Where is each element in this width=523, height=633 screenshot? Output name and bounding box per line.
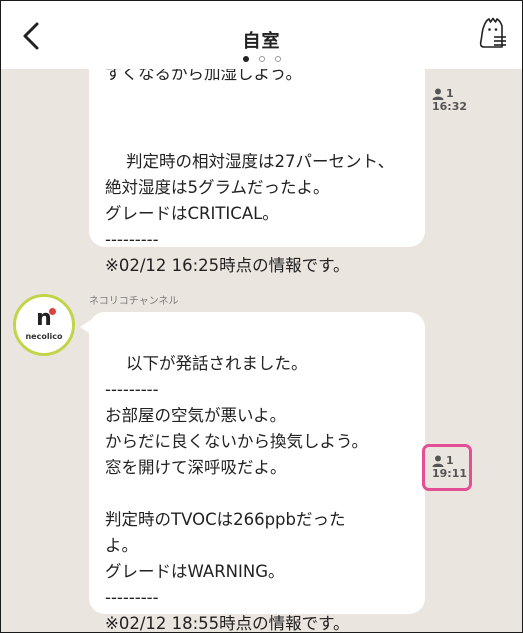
chat-screen: すくなるから加湿しよう。 判定時の相対湿度は27パーセント、 絶対湿度は5グラム… xyxy=(0,0,523,633)
logo-dot xyxy=(49,308,56,315)
message-bubble[interactable]: 以下が発話されました。 --------- お部屋の空気が悪いよ。 からだに良く… xyxy=(89,312,425,632)
page-indicator xyxy=(1,56,522,64)
logo-letter: n xyxy=(36,306,52,331)
page-dot xyxy=(274,56,281,62)
profile-menu-icon[interactable] xyxy=(478,16,508,50)
message-text: 判定時の相対湿度は27パーセント、 絶対湿度は5グラムだったよ。 グレードはCR… xyxy=(105,152,395,275)
page-title: 自室 xyxy=(242,31,281,52)
message-bubble[interactable]: すくなるから加湿しよう。 判定時の相対湿度は27パーセント、 絶対湿度は5グラム… xyxy=(89,41,425,275)
message-meta: 1 16:32 xyxy=(432,87,467,113)
necolico-logo: n necolico xyxy=(16,297,72,353)
header: 自室 xyxy=(1,1,522,69)
page-dot xyxy=(258,56,265,62)
sender-name: ネコリコチャンネル xyxy=(89,296,179,307)
avatar[interactable]: n necolico xyxy=(13,294,75,356)
page-dot xyxy=(242,56,249,62)
read-count: 1 xyxy=(446,87,454,100)
highlight-box xyxy=(422,444,472,491)
message-text: 以下が発話されました。 --------- お部屋の空気が悪いよ。 からだに良く… xyxy=(105,354,369,633)
logo-wordmark: necolico xyxy=(25,332,63,341)
message-time: 16:32 xyxy=(432,100,468,113)
person-icon xyxy=(432,88,444,100)
